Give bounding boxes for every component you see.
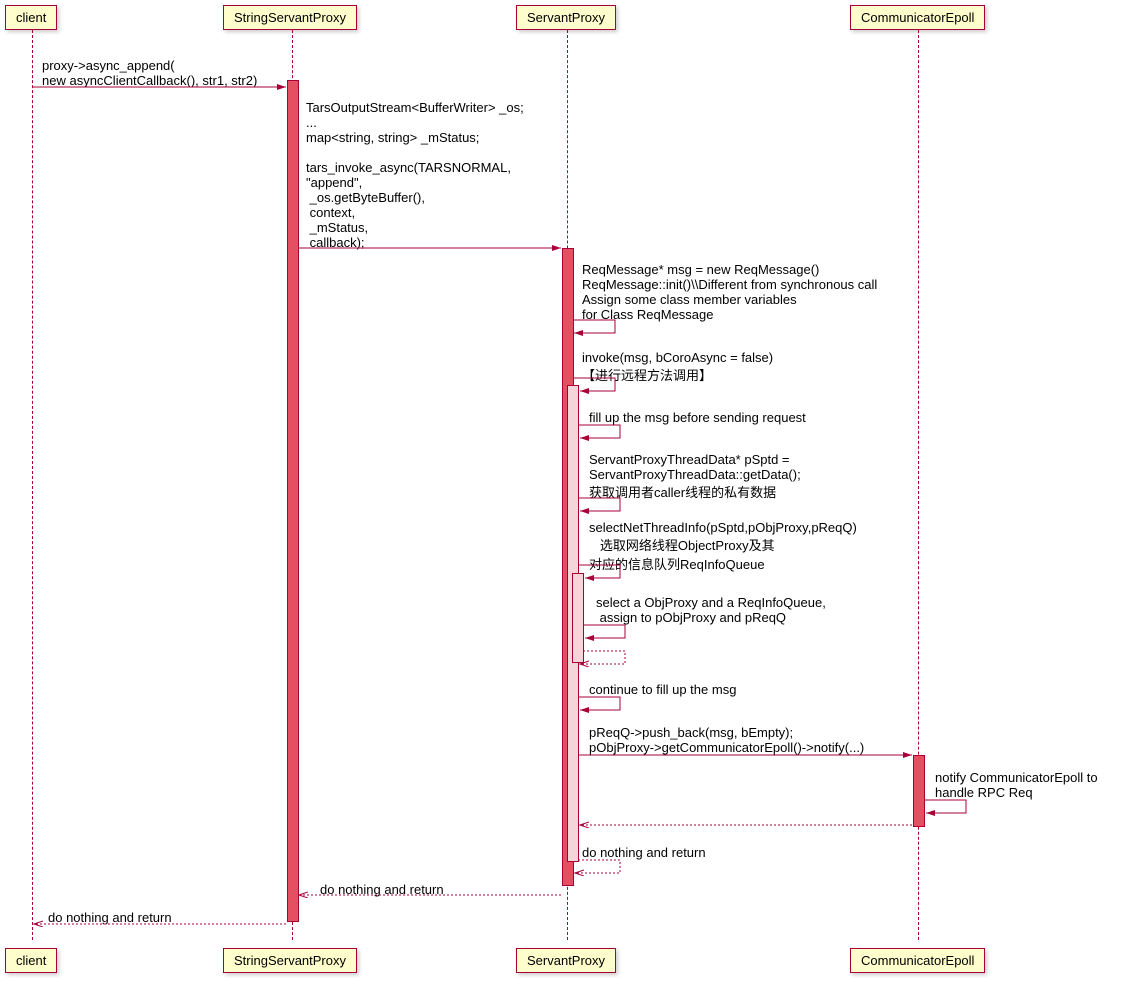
msg-return2: do nothing and return — [320, 882, 444, 897]
participant-sp-top: ServantProxy — [516, 5, 616, 30]
msg-async-append: proxy->async_append( new asyncClientCall… — [42, 58, 257, 88]
participant-ce-top: CommunicatorEpoll — [850, 5, 985, 30]
participant-ssp-top: StringServantProxy — [223, 5, 357, 30]
activation-ce — [913, 755, 925, 827]
participant-client-top: client — [5, 5, 57, 30]
msg-return3: do nothing and return — [48, 910, 172, 925]
sequence-diagram: client StringServantProxy ServantProxy C… — [0, 0, 1127, 981]
msg-threaddata: ServantProxyThreadData* pSptd = ServantP… — [589, 452, 801, 501]
msg-return1: do nothing and return — [582, 845, 706, 860]
msg-selectnet: selectNetThreadInfo(pSptd,pObjProxy,pReq… — [589, 520, 857, 573]
msg-notify: notify CommunicatorEpoll to handle RPC R… — [935, 770, 1098, 800]
msg-selectobj: select a ObjProxy and a ReqInfoQueue, as… — [596, 595, 826, 625]
participant-ce-bot: CommunicatorEpoll — [850, 948, 985, 973]
msg-pushback: pReqQ->push_back(msg, bEmpty); pObjProxy… — [589, 725, 864, 755]
msg-fillup: fill up the msg before sending request — [589, 410, 806, 425]
participant-ssp-bot: StringServantProxy — [223, 948, 357, 973]
participant-sp-bot: ServantProxy — [516, 948, 616, 973]
msg-continue: continue to fill up the msg — [589, 682, 736, 697]
msg-tars-invoke: TarsOutputStream<BufferWriter> _os; ... … — [306, 100, 524, 250]
participant-client-bot: client — [5, 948, 57, 973]
msg-invoke: invoke(msg, bCoroAsync = false) 【进行远程方法调… — [582, 350, 773, 384]
lifeline-client — [32, 30, 33, 940]
msg-reqmessage: ReqMessage* msg = new ReqMessage() ReqMe… — [582, 262, 877, 322]
activation-ssp — [287, 80, 299, 922]
activation-sp-3 — [572, 573, 584, 663]
